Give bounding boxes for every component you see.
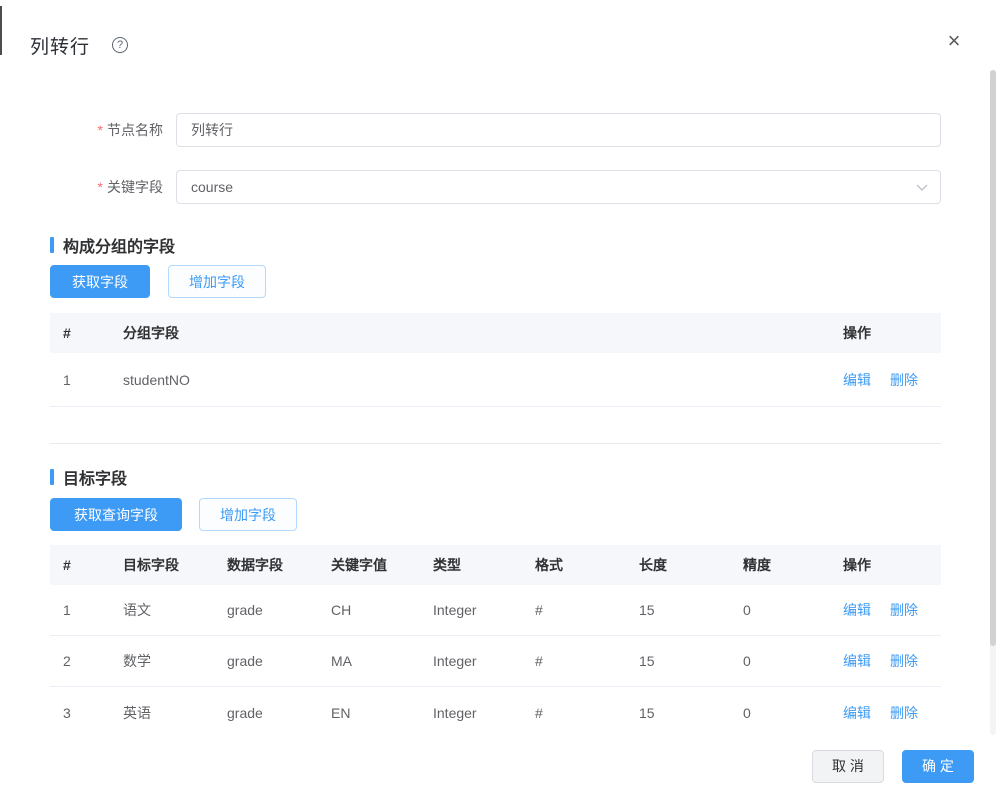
cell-precision: 0	[743, 705, 843, 721]
target-fields-table: # 目标字段 数据字段 关键字值 类型 格式 长度 精度 操作 1 语文 gra…	[50, 545, 941, 738]
vertical-scrollbar-thumb[interactable]	[990, 70, 996, 646]
column-to-row-dialog: 列转行 ? × *节点名称 列转行 *关键字段 course 构成分组的字段 获…	[0, 0, 996, 806]
group-fields-section-title: 构成分组的字段	[50, 233, 175, 257]
table-row: 1 studentNO 编辑 删除	[50, 353, 941, 407]
node-name-input[interactable]: 列转行	[176, 113, 941, 147]
cell-precision: 0	[743, 653, 843, 669]
cell-key-value: EN	[331, 705, 433, 721]
cell-length: 15	[639, 653, 743, 669]
table-row: 3 英语 grade EN Integer # 15 0 编辑 删除	[50, 687, 941, 738]
vertical-scrollbar-track[interactable]	[990, 70, 996, 735]
table-header-row: # 目标字段 数据字段 关键字值 类型 格式 长度 精度 操作	[50, 545, 941, 585]
delete-link[interactable]: 删除	[890, 372, 918, 388]
cell-actions: 编辑 删除	[843, 600, 941, 620]
cell-target-field: 语文	[123, 600, 227, 620]
cell-format: #	[535, 653, 639, 669]
delete-link[interactable]: 删除	[890, 705, 918, 721]
col-group-field: 分组字段	[123, 323, 843, 343]
key-field-label: *关键字段	[0, 170, 163, 204]
cell-data-field: grade	[227, 705, 331, 721]
cell-group-field: studentNO	[123, 372, 843, 388]
cell-data-field: grade	[227, 602, 331, 618]
target-fields-section-title: 目标字段	[50, 465, 127, 489]
col-index: #	[63, 557, 123, 573]
col-target-field: 目标字段	[123, 555, 227, 575]
cell-length: 15	[639, 705, 743, 721]
cancel-button[interactable]: 取 消	[812, 750, 884, 783]
required-asterisk: *	[98, 179, 103, 195]
cell-length: 15	[639, 602, 743, 618]
help-icon[interactable]: ?	[112, 37, 128, 53]
cell-target-field: 数学	[123, 651, 227, 671]
cell-actions: 编辑 删除	[843, 651, 941, 671]
cell-actions: 编辑 删除	[843, 370, 941, 390]
col-data-field: 数据字段	[227, 555, 331, 575]
cell-index: 1	[63, 372, 123, 388]
col-type: 类型	[433, 555, 535, 575]
table-row: 1 语文 grade CH Integer # 15 0 编辑 删除	[50, 585, 941, 636]
col-key-value: 关键字值	[331, 555, 433, 575]
section-divider	[50, 443, 941, 444]
cell-precision: 0	[743, 602, 843, 618]
get-query-fields-button[interactable]: 获取查询字段	[50, 498, 182, 531]
cell-key-value: CH	[331, 602, 433, 618]
cell-type: Integer	[433, 705, 535, 721]
edit-link[interactable]: 编辑	[843, 653, 871, 669]
cell-data-field: grade	[227, 653, 331, 669]
cell-index: 2	[63, 653, 123, 669]
edit-link[interactable]: 编辑	[843, 372, 871, 388]
edit-link[interactable]: 编辑	[843, 705, 871, 721]
chevron-down-icon	[916, 184, 928, 192]
col-format: 格式	[535, 555, 639, 575]
required-asterisk: *	[98, 122, 103, 138]
delete-link[interactable]: 删除	[890, 653, 918, 669]
cell-index: 1	[63, 602, 123, 618]
col-index: #	[63, 325, 123, 341]
table-row: 2 数学 grade MA Integer # 15 0 编辑 删除	[50, 636, 941, 687]
add-field-button[interactable]: 增加字段	[199, 498, 297, 531]
dialog-title: 列转行	[30, 32, 90, 59]
add-field-button[interactable]: 增加字段	[168, 265, 266, 298]
col-length: 长度	[639, 555, 743, 575]
cell-index: 3	[63, 705, 123, 721]
col-actions: 操作	[843, 323, 941, 343]
section-accent-bar	[50, 237, 54, 253]
background-edge-artifact	[0, 6, 2, 55]
cell-format: #	[535, 602, 639, 618]
cell-key-value: MA	[331, 653, 433, 669]
get-fields-button[interactable]: 获取字段	[50, 265, 150, 298]
col-precision: 精度	[743, 555, 843, 575]
node-name-label: *节点名称	[0, 113, 163, 147]
cell-type: Integer	[433, 602, 535, 618]
confirm-button[interactable]: 确 定	[902, 750, 974, 783]
close-icon[interactable]: ×	[941, 28, 967, 54]
cell-format: #	[535, 705, 639, 721]
key-field-select[interactable]: course	[176, 170, 941, 204]
table-header-row: # 分组字段 操作	[50, 313, 941, 353]
cell-target-field: 英语	[123, 703, 227, 723]
group-fields-table: # 分组字段 操作 1 studentNO 编辑 删除	[50, 313, 941, 407]
cell-type: Integer	[433, 653, 535, 669]
delete-link[interactable]: 删除	[890, 602, 918, 618]
cell-actions: 编辑 删除	[843, 703, 941, 723]
section-accent-bar	[50, 469, 54, 485]
edit-link[interactable]: 编辑	[843, 602, 871, 618]
col-actions: 操作	[843, 555, 941, 575]
